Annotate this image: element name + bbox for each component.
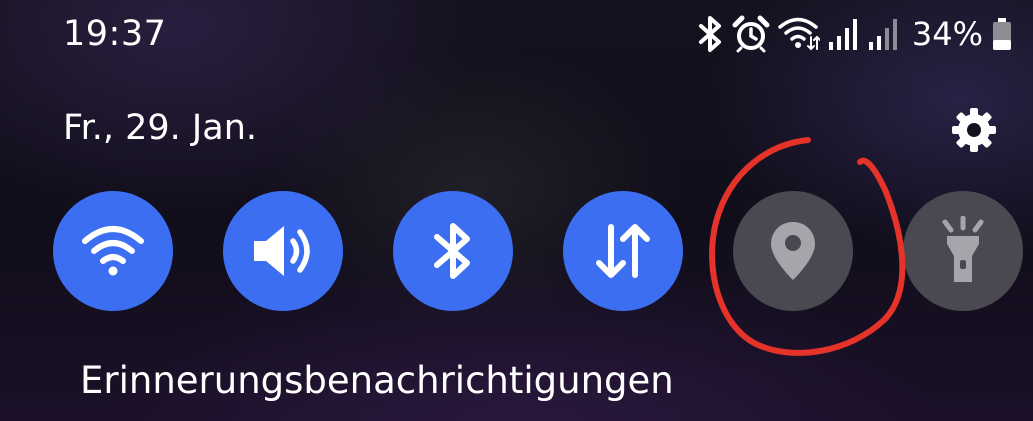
location-toggle[interactable]: [733, 191, 853, 311]
flashlight-icon: [942, 216, 984, 282]
location-icon: [771, 222, 815, 280]
gear-icon: [952, 108, 996, 152]
panel-date: Fr., 29. Jan.: [63, 108, 258, 148]
signal-icon: [868, 15, 900, 53]
mobile-data-icon: [596, 224, 650, 278]
bluetooth-icon: [698, 15, 724, 53]
battery-icon: [991, 15, 1013, 53]
wifi-icon: [82, 226, 144, 276]
wifi-toggle[interactable]: [53, 191, 173, 311]
status-clock: 19:37: [63, 14, 167, 54]
battery-percent: 34%: [911, 15, 983, 53]
battery-fill: [993, 40, 1011, 50]
settings-button[interactable]: [950, 106, 998, 154]
sound-icon: [254, 226, 310, 276]
notification-title: Erinnerungsbenachrichtigungen: [80, 359, 674, 402]
flashlight-toggle[interactable]: [903, 191, 1023, 311]
bluetooth-icon: [434, 223, 470, 279]
status-bar: 19:37 34%: [0, 0, 1033, 70]
signal-icon: [828, 15, 860, 53]
alarm-icon: [732, 15, 770, 53]
mobile-data-toggle[interactable]: [563, 191, 683, 311]
wifi-data-icon: [778, 15, 820, 53]
bluetooth-toggle[interactable]: [393, 191, 513, 311]
sound-toggle[interactable]: [223, 191, 343, 311]
status-icons: 34%: [698, 12, 1013, 56]
